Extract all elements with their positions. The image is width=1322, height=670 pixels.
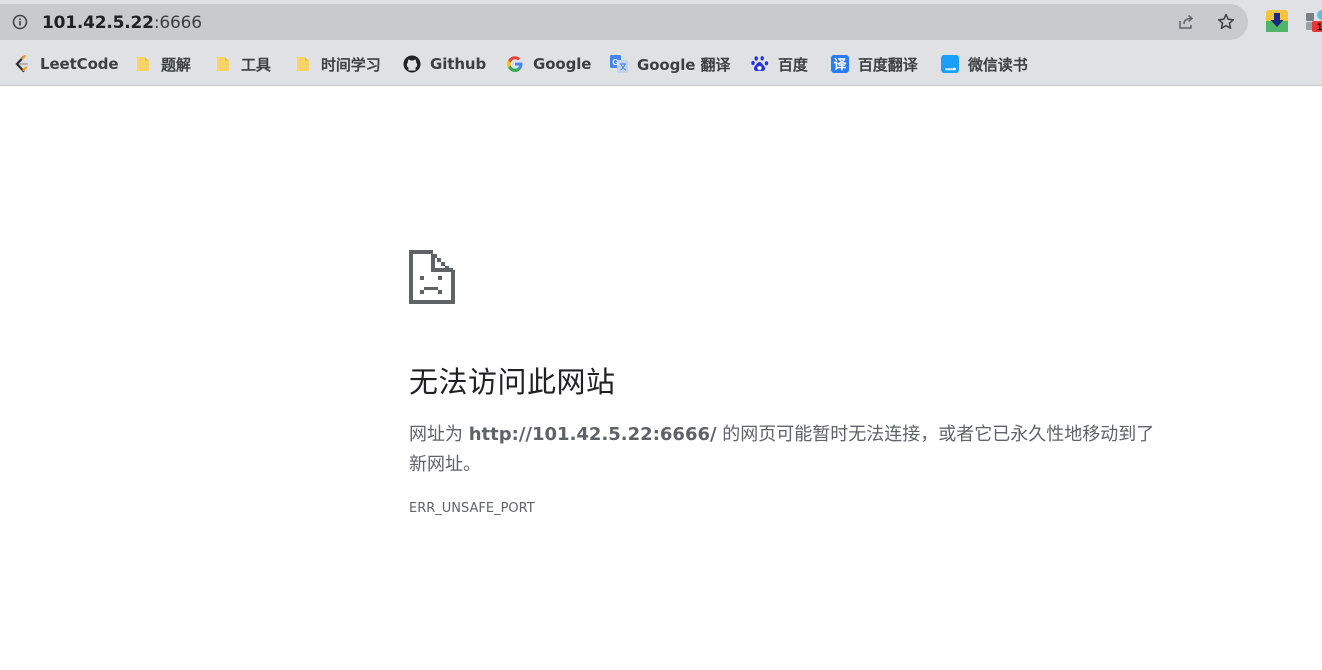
url-host: 101.42.5.22 <box>42 13 154 33</box>
bookmark-label: 百度翻译 <box>858 55 918 74</box>
bookmarks-bar: LeetCode 题解 工具 时间学习 Github Google G Goog… <box>0 44 1322 86</box>
url-port: :6666 <box>153 13 202 33</box>
url-text[interactable]: 101.42.5.22:6666 <box>42 13 202 33</box>
address-bar-strip: 101.42.5.22:6666 1 <box>0 0 1322 44</box>
bookmark-label: 微信读书 <box>968 55 1028 74</box>
bookmark-baidu[interactable]: 百度 <box>751 52 808 76</box>
leetcode-icon <box>15 55 29 73</box>
github-icon <box>403 55 421 73</box>
google-translate-icon: G <box>610 55 628 73</box>
share-icon[interactable] <box>1176 12 1196 32</box>
error-title: 无法访问此网站 <box>409 365 616 399</box>
bookmark-label: LeetCode <box>40 55 119 73</box>
baidu-translate-glyph: 译 <box>833 58 847 73</box>
bookmark-star-icon[interactable] <box>1216 12 1236 32</box>
bookmark-label: 题解 <box>161 55 191 74</box>
error-desc-prefix: 网址为 <box>409 424 469 445</box>
error-code: ERR_UNSAFE_PORT <box>409 501 535 516</box>
bookmark-github[interactable]: Github <box>403 52 486 76</box>
folder-icon <box>137 57 149 71</box>
bookmark-folder-tijie[interactable]: 题解 <box>134 52 191 76</box>
bookmark-folder-gongju[interactable]: 工具 <box>214 52 271 76</box>
extension-badge-count: 1 <box>1317 22 1322 32</box>
bookmark-google[interactable]: Google <box>506 52 591 76</box>
folder-icon <box>297 57 309 71</box>
sad-page-icon <box>409 250 455 304</box>
svg-text:G: G <box>612 58 618 67</box>
bookmark-label: Google 翻译 <box>637 55 731 74</box>
folder-icon <box>217 57 229 71</box>
bookmark-label: Github <box>430 55 487 73</box>
bookmark-leetcode[interactable]: LeetCode <box>13 52 119 76</box>
bookmark-label: 工具 <box>241 55 271 74</box>
baidu-icon <box>751 56 769 72</box>
baidu-translate-icon: 译 <box>831 55 849 73</box>
error-desc-url: http://101.42.5.22:6666/ <box>468 424 717 445</box>
bookmark-weread[interactable]: 微信读书 <box>941 52 1028 76</box>
omnibox[interactable]: 101.42.5.22:6666 <box>0 4 1248 40</box>
bookmark-google-translate[interactable]: G Google 翻译 <box>610 52 730 76</box>
bookmark-label: Google <box>533 55 592 73</box>
extension-badge-icon[interactable]: 1 <box>1305 10 1322 32</box>
google-icon <box>507 56 523 72</box>
error-description: 网址为 http://101.42.5.22:6666/ 的网页可能暂时无法连接… <box>409 420 1169 480</box>
bookmark-label: 百度 <box>778 55 808 74</box>
bookmark-folder-study[interactable]: 时间学习 <box>294 52 381 76</box>
download-extension-icon[interactable] <box>1266 10 1288 32</box>
bookmark-baidu-translate[interactable]: 译 百度翻译 <box>831 52 918 76</box>
info-icon[interactable] <box>12 14 28 30</box>
bookmark-label: 时间学习 <box>321 55 381 74</box>
weread-icon <box>941 55 959 73</box>
